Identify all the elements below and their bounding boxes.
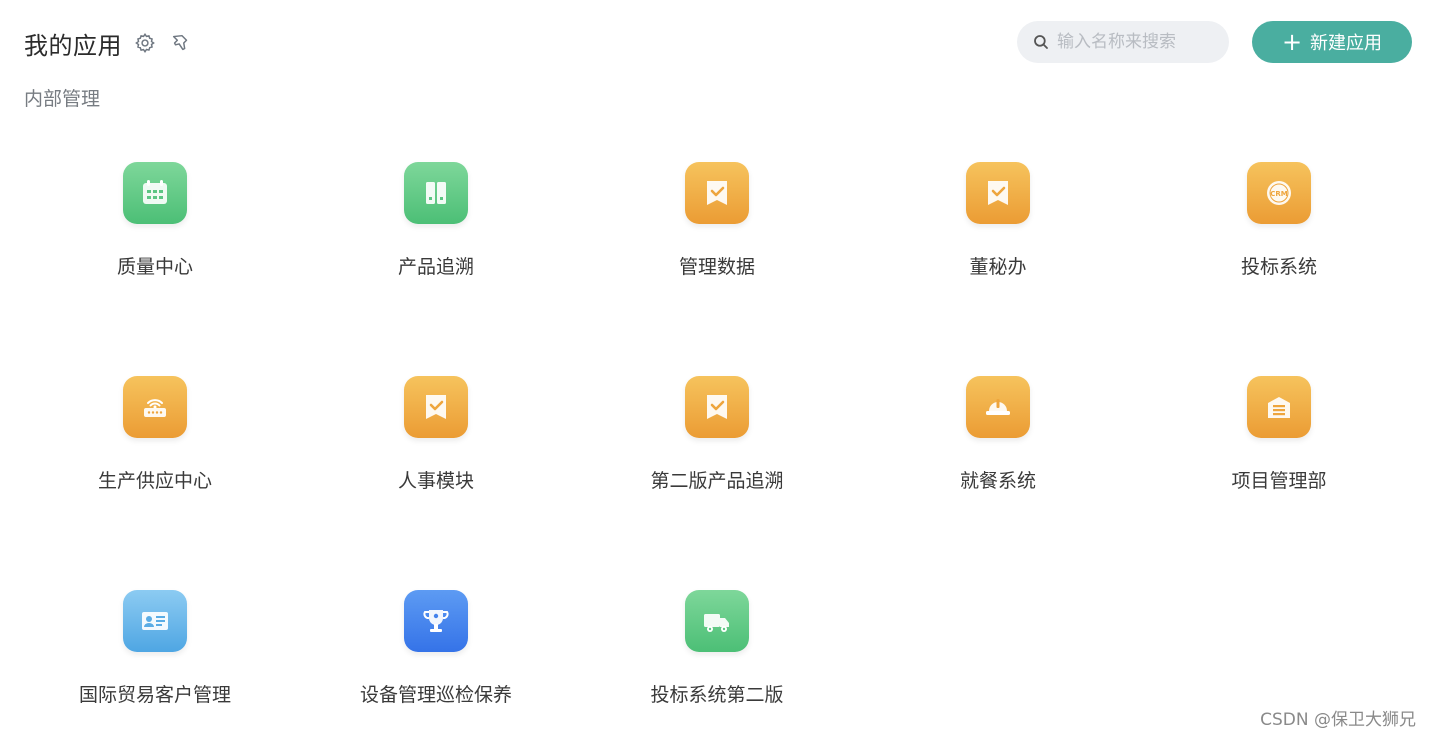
app-tile[interactable]: 人事模块 — [316, 376, 556, 526]
app-label: 管理数据 — [678, 256, 755, 278]
app-grid: 质量中心 产品追溯 管理数据 董秘办 CRM 投标系统 生产供应中心 人事模块 … — [0, 0, 1432, 738]
app-tile[interactable]: 第二版产品追溯 — [597, 376, 837, 526]
barcode-icon — [404, 162, 468, 224]
check-ribbon-icon — [685, 162, 749, 224]
app-label: 产品追溯 — [397, 256, 474, 278]
app-label: 质量中心 — [116, 256, 193, 278]
app-tile[interactable]: 就餐系统 — [878, 376, 1118, 526]
id-card-icon — [123, 590, 187, 652]
app-label: 投标系统 — [1240, 256, 1317, 278]
app-label: 项目管理部 — [1231, 470, 1327, 492]
hardhat-icon — [966, 376, 1030, 438]
app-tile[interactable]: 投标系统第二版 — [597, 590, 837, 738]
app-label: 投标系统第二版 — [650, 684, 784, 706]
router-icon — [123, 376, 187, 438]
calendar-icon — [123, 162, 187, 224]
app-label: 董秘办 — [969, 256, 1027, 278]
app-tile[interactable]: 项目管理部 — [1159, 376, 1399, 526]
app-tile[interactable]: 管理数据 — [597, 162, 837, 312]
trophy-icon — [404, 590, 468, 652]
crm-badge-icon: CRM — [1247, 162, 1311, 224]
app-label: 人事模块 — [397, 470, 474, 492]
app-label: 设备管理巡检保养 — [359, 684, 512, 706]
app-tile[interactable]: 生产供应中心 — [35, 376, 275, 526]
app-label: 就餐系统 — [959, 470, 1036, 492]
crm-badge-text: CRM — [1270, 190, 1288, 198]
app-tile[interactable]: 质量中心 — [35, 162, 275, 312]
check-ribbon-icon — [404, 376, 468, 438]
check-ribbon-icon — [966, 162, 1030, 224]
watermark: CSDN @保卫大狮兄 — [1260, 710, 1416, 730]
app-tile[interactable]: 董秘办 — [878, 162, 1118, 312]
app-tile[interactable]: 国际贸易客户管理 — [35, 590, 275, 738]
app-tile[interactable]: CRM 投标系统 — [1159, 162, 1399, 312]
app-tile[interactable]: 产品追溯 — [316, 162, 556, 312]
check-ribbon-icon — [685, 376, 749, 438]
app-tile[interactable]: 设备管理巡检保养 — [316, 590, 556, 738]
truck-icon — [685, 590, 749, 652]
app-label: 生产供应中心 — [97, 470, 212, 492]
app-home-page: 我的应用 + 新建应用 内部管理 — [0, 0, 1432, 738]
warehouse-icon — [1247, 376, 1311, 438]
app-label: 第二版产品追溯 — [650, 470, 784, 492]
app-label: 国际贸易客户管理 — [78, 684, 231, 706]
